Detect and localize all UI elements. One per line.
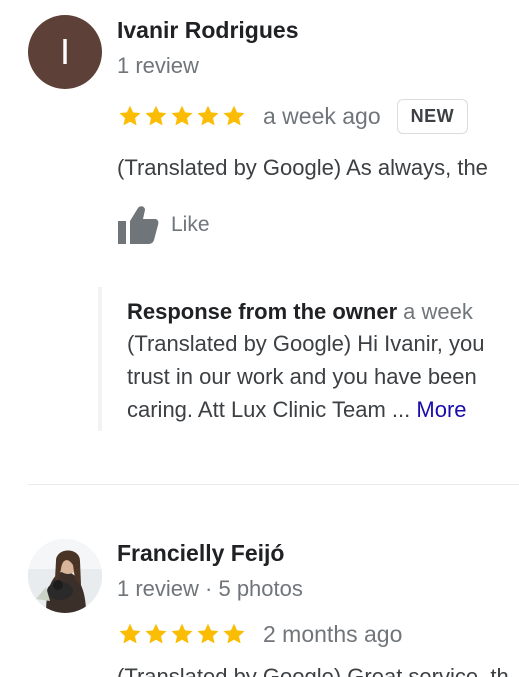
review-text: (Translated by Google) As always, the <box>117 155 488 180</box>
star-icon <box>145 623 167 644</box>
reviewer-name[interactable]: Ivanir Rodrigues <box>117 17 298 44</box>
star-rating <box>117 621 247 647</box>
owner-response: Response from the owner a week (Translate… <box>98 287 519 431</box>
rating-row: 2 months ago <box>117 616 402 652</box>
avatar-initial: I <box>59 31 70 72</box>
star-icon <box>119 623 141 644</box>
star-rating <box>117 103 247 129</box>
reviewer-meta[interactable]: 1 review <box>117 53 199 79</box>
divider <box>28 484 519 485</box>
rating-row: a week ago NEW <box>117 96 469 136</box>
review-text: (Translated by Google) Great service, th <box>117 664 509 677</box>
avatar[interactable]: I <box>28 15 102 89</box>
star-icon <box>171 623 193 644</box>
reviews-list: I Ivanir Rodrigues 1 review a week ago N… <box>0 0 519 677</box>
profile-photo-icon <box>28 539 102 613</box>
star-icon <box>223 623 245 644</box>
owner-response-title: Response from the owner <box>127 299 398 324</box>
like-button[interactable]: Like <box>117 205 210 245</box>
owner-response-line: trust in our work and you have been <box>127 364 477 389</box>
star-icon <box>223 105 245 126</box>
avatar[interactable] <box>28 539 102 613</box>
owner-response-line-last: caring. Att Lux Clinic Team ... More <box>127 393 519 426</box>
owner-response-line: (Translated by Google) Hi Ivanir, you <box>127 331 485 356</box>
star-icon <box>197 623 219 644</box>
star-icon <box>145 105 167 126</box>
owner-response-header: Response from the owner a week <box>127 297 519 327</box>
new-badge: NEW <box>396 98 469 134</box>
like-label: Like <box>171 213 210 236</box>
owner-response-date: a week <box>403 299 473 324</box>
reviewer-meta[interactable]: 1 review · 5 photos <box>117 576 303 602</box>
star-icon <box>171 105 193 126</box>
review-date: a week ago <box>263 102 381 129</box>
review-date: 2 months ago <box>263 620 403 647</box>
star-icon <box>197 105 219 126</box>
more-link[interactable]: More <box>416 397 466 422</box>
reviewer-name[interactable]: Francielly Feijó <box>117 540 284 567</box>
star-icon <box>119 105 141 126</box>
thumbs-up-icon <box>118 206 159 244</box>
owner-response-line-text: caring. Att Lux Clinic Team ... <box>127 397 411 422</box>
